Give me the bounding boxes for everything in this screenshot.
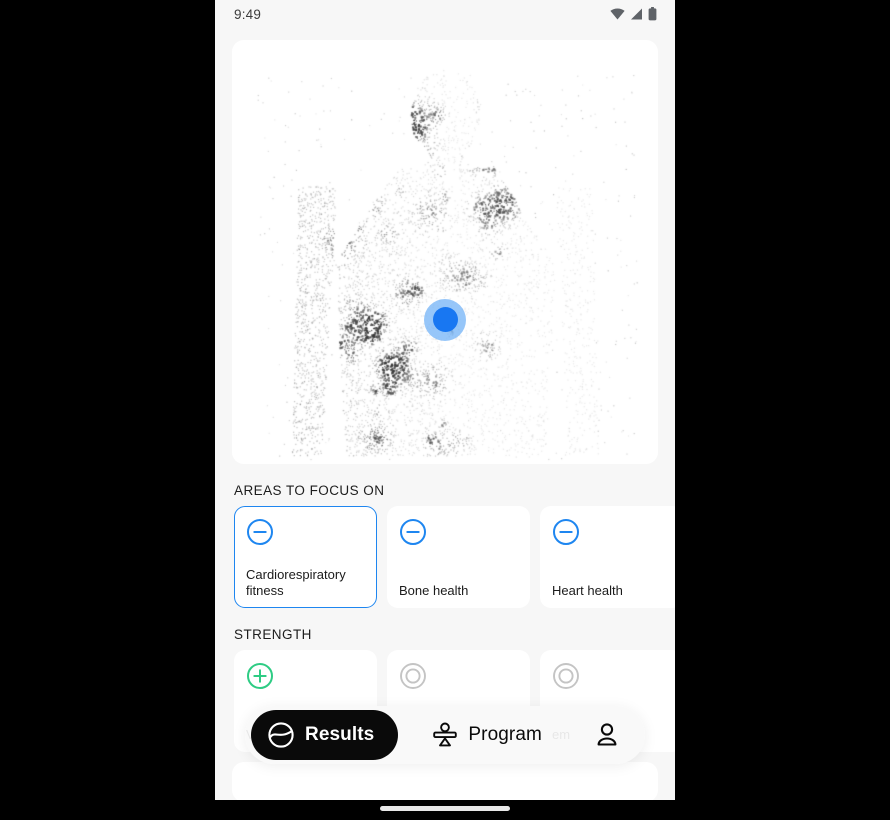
status-time: 9:49: [234, 6, 262, 22]
next-card-partial[interactable]: [232, 762, 658, 800]
card-label: Heart health: [552, 582, 623, 598]
card-areas-to-focus-on-1[interactable]: Bone health: [387, 506, 530, 608]
section-label-areas-to-focus-on: AREAS TO FOCUS ON: [234, 483, 385, 498]
nav-item-program[interactable]: Program: [398, 721, 575, 749]
ring-circle-icon: [552, 662, 580, 690]
cellular-signal-icon: [630, 8, 643, 20]
nav-label-results: Results: [305, 724, 375, 745]
nav-item-profile[interactable]: [575, 720, 639, 750]
gesture-bar-area: [0, 800, 890, 820]
person-icon: [592, 720, 622, 750]
home-indicator[interactable]: [380, 806, 510, 811]
section-label-strength: STRENGTH: [234, 627, 312, 642]
card-label: Cardiorespiratory fitness: [246, 567, 346, 598]
chest-focus-marker[interactable]: [424, 298, 466, 341]
battery-icon: [648, 7, 657, 21]
status-icon-group: [610, 7, 657, 21]
card-row-areas-to-focus-on: Cardiorespiratory fitness Bone health Hear…: [215, 506, 675, 608]
minus-circle-icon: [399, 518, 427, 546]
phone-screen: 9:49 AREAS TO FOCUS ON Cardiorespiratory…: [215, 0, 675, 800]
minus-circle-icon: [246, 518, 274, 546]
nav-label-program: Program: [468, 724, 542, 745]
card-areas-to-focus-on-2[interactable]: Heart health: [540, 506, 675, 608]
nav-item-results[interactable]: Results: [251, 710, 399, 760]
card-areas-to-focus-on-0[interactable]: Cardiorespiratory fitness: [234, 506, 377, 608]
balance-figure-icon: [431, 721, 459, 749]
minus-circle-icon: [552, 518, 580, 546]
body-particle-canvas: [232, 40, 658, 464]
plus-circle-icon: [246, 662, 274, 690]
bottom-navigation-bar: Results Program: [245, 706, 645, 764]
body-visualization-card[interactable]: [232, 40, 658, 464]
status-bar: 9:49: [215, 0, 675, 28]
screen-root: 9:49 AREAS TO FOCUS ON Cardiorespiratory…: [0, 0, 890, 820]
wave-circle-icon: [267, 721, 295, 749]
wifi-icon: [610, 8, 625, 20]
card-label: Bone health: [399, 582, 469, 598]
ring-circle-icon: [399, 662, 427, 690]
